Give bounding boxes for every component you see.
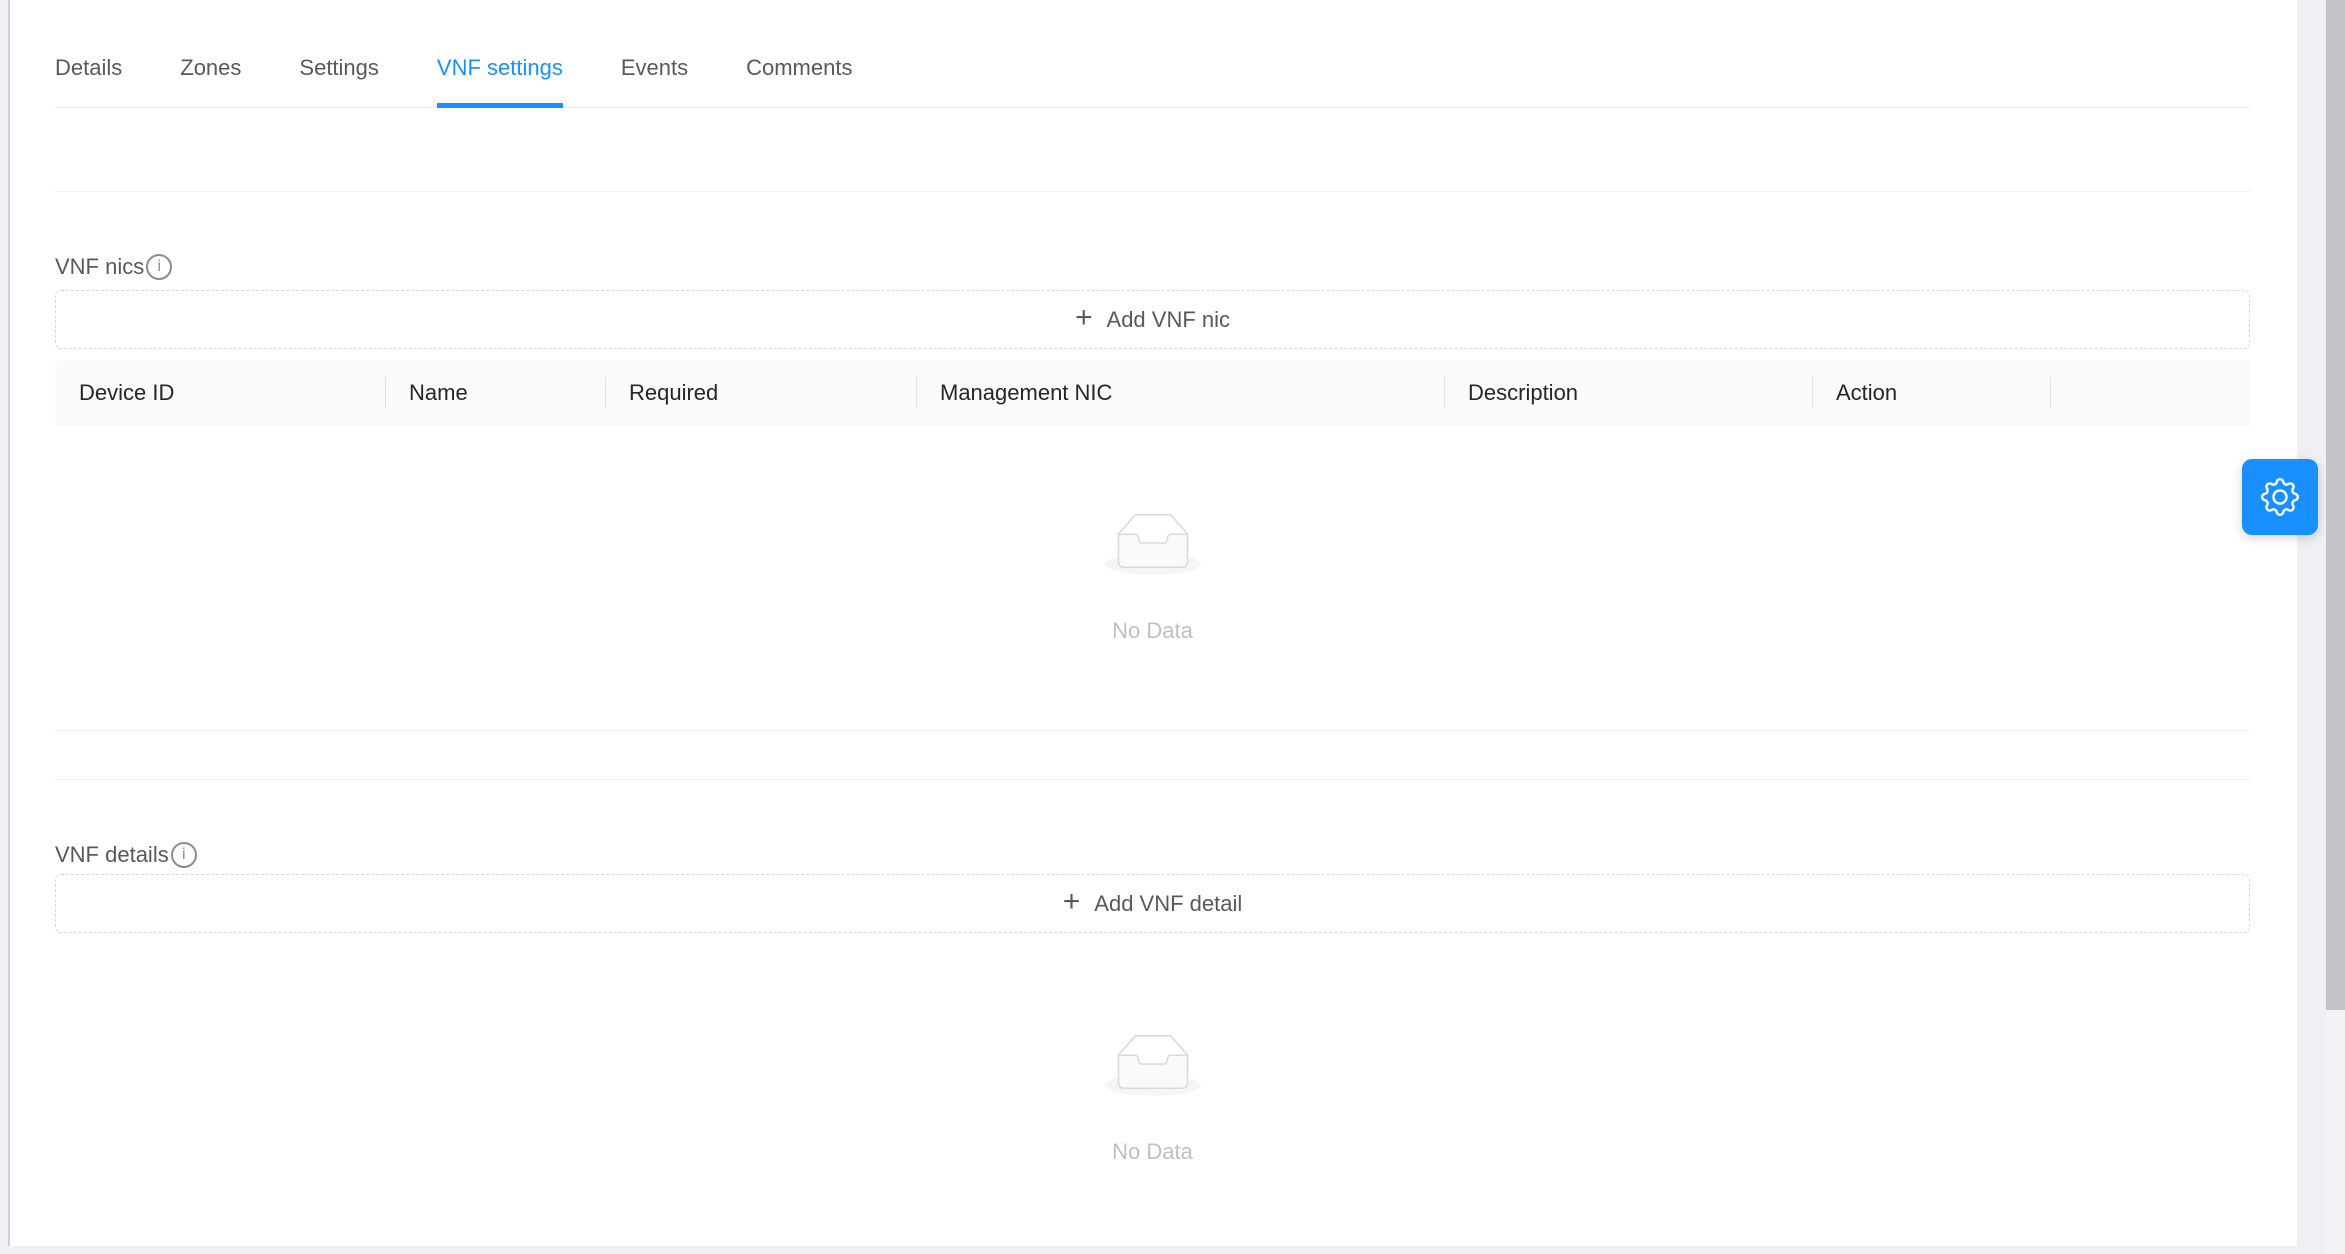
no-data-label: No Data — [1112, 616, 1193, 646]
column-header-required: Required — [605, 360, 916, 426]
column-header-action: Action — [1812, 360, 2050, 426]
plus-icon: + — [1075, 303, 1093, 333]
tab-comments[interactable]: Comments — [746, 55, 852, 107]
empty-box-icon — [1105, 1034, 1201, 1096]
main-panel: Details Zones Settings VNF settings Even… — [8, 0, 2297, 1246]
vnf-settings-content: Details Zones Settings VNF settings Even… — [55, 0, 2250, 1167]
column-header-spacer — [2050, 360, 2250, 426]
vnf-nics-title: VNF nicsi — [55, 252, 2250, 282]
vnf-nics-empty-state: No Data — [55, 426, 2250, 646]
add-vnf-nic-button-label: Add VNF nic — [1107, 307, 1231, 333]
add-vnf-nic-button[interactable]: + Add VNF nic — [55, 290, 2250, 349]
info-circle-icon[interactable]: i — [171, 842, 197, 868]
vnf-details-empty-state: No Data — [55, 933, 2250, 1167]
column-header-device-id: Device ID — [55, 360, 385, 426]
tab-events[interactable]: Events — [621, 55, 688, 107]
vnf-details-title-label: VNF details — [55, 840, 169, 870]
vnf-nics-title-label: VNF nics — [55, 252, 144, 282]
tab-bar: Details Zones Settings VNF settings Even… — [55, 0, 2250, 108]
plus-icon: + — [1063, 887, 1081, 917]
tab-zones[interactable]: Zones — [180, 55, 241, 107]
info-circle-icon[interactable]: i — [146, 254, 172, 280]
column-header-name: Name — [385, 360, 605, 426]
add-vnf-detail-button-label: Add VNF detail — [1094, 891, 1242, 917]
vnf-nics-table-header: Device ID Name Required Management NIC D… — [55, 360, 2250, 426]
tab-details[interactable]: Details — [55, 55, 122, 107]
vnf-details-section: VNF detailsi + Add VNF detail No Data — [55, 840, 2250, 1167]
add-vnf-detail-button[interactable]: + Add VNF detail — [55, 874, 2250, 933]
settings-drawer-button[interactable] — [2242, 459, 2318, 535]
section-divider — [55, 779, 2250, 780]
gear-icon — [2261, 478, 2299, 516]
empty-box-icon — [1105, 513, 1201, 575]
column-header-description: Description — [1444, 360, 1812, 426]
tab-vnf-settings[interactable]: VNF settings — [437, 55, 563, 107]
vnf-nics-section: VNF nicsi + Add VNF nic Device ID Name R… — [55, 252, 2250, 731]
no-data-label: No Data — [1112, 1137, 1193, 1167]
column-header-management-nic: Management NIC — [916, 360, 1444, 426]
vertical-scrollbar-track[interactable] — [2326, 0, 2345, 1254]
vertical-scrollbar-thumb[interactable] — [2326, 0, 2345, 1010]
vnf-details-title: VNF detailsi — [55, 840, 2250, 870]
tab-settings[interactable]: Settings — [299, 55, 379, 107]
section-divider — [55, 191, 2250, 192]
